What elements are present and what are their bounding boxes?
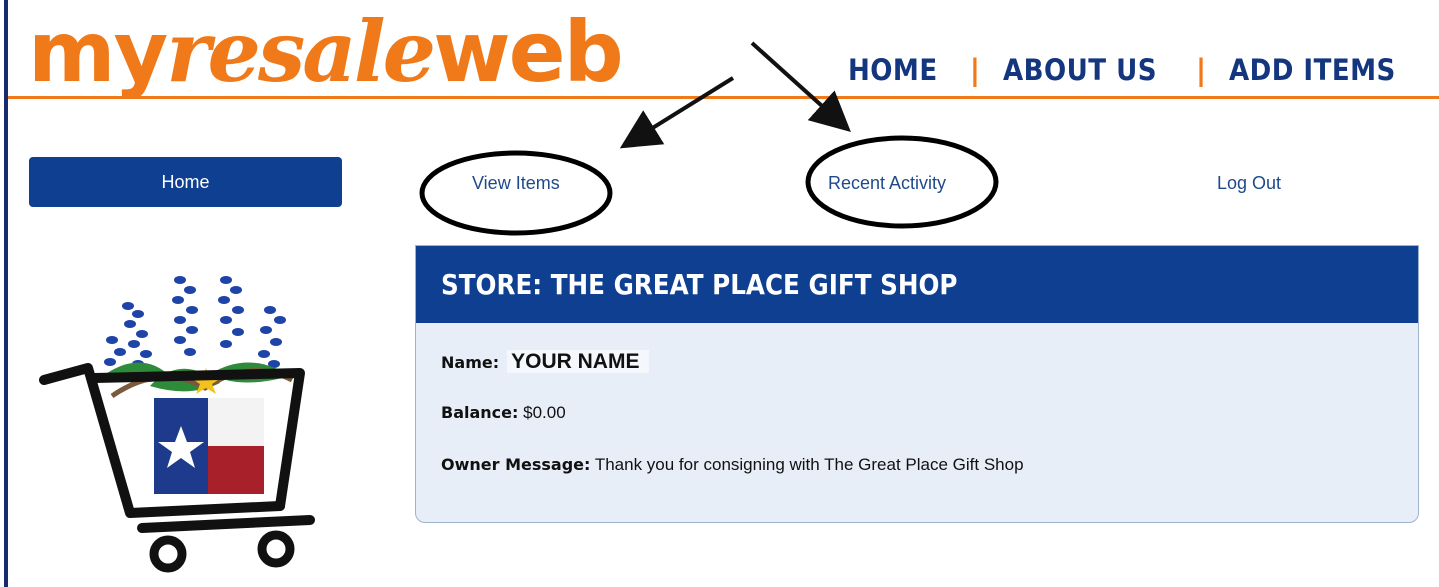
nav-separator: | xyxy=(1195,53,1207,87)
home-button[interactable]: Home xyxy=(29,157,342,207)
header-divider xyxy=(8,96,1439,99)
store-title-bar: STORE: THE GREAT PLACE GIFT SHOP xyxy=(416,246,1418,323)
owner-message-label: Owner Message: xyxy=(441,455,591,474)
arrow-to-recent-activity-icon xyxy=(750,41,851,133)
name-label: Name: xyxy=(441,353,500,372)
balance-row: Balance: $0.00 xyxy=(441,403,566,423)
owner-message-row: Owner Message: Thank you for consigning … xyxy=(441,455,1024,475)
nav-about-link[interactable]: ABOUT US xyxy=(1003,53,1157,87)
nav-add-items-link[interactable]: ADD ITEMS xyxy=(1229,53,1396,87)
balance-label: Balance: xyxy=(441,403,519,422)
site-logo[interactable]: myresaleweb xyxy=(28,2,624,101)
name-value: YOUR NAME xyxy=(507,350,650,373)
store-panel: STORE: THE GREAT PLACE GIFT SHOP Name: YO… xyxy=(415,245,1419,523)
texas-flag-box-icon xyxy=(154,398,264,494)
name-row: Name: YOUR NAME xyxy=(441,350,650,374)
recent-activity-link[interactable]: Recent Activity xyxy=(828,170,946,196)
logo-text-my: my xyxy=(28,3,168,101)
top-nav: HOME | ABOUT US | ADD ITEMS xyxy=(848,50,1414,90)
logo-text-resale: resale xyxy=(166,2,436,101)
cart-illustration-icon xyxy=(39,267,315,573)
log-out-link[interactable]: Log Out xyxy=(1217,170,1281,196)
nav-home-link[interactable]: HOME xyxy=(848,53,938,87)
owner-message-value: Thank you for consigning with The Great … xyxy=(594,455,1024,474)
logo-text-web: web xyxy=(433,3,624,101)
page-border xyxy=(4,0,8,587)
balance-value: $0.00 xyxy=(523,403,566,422)
arrow-to-view-items-icon xyxy=(619,76,735,149)
nav-separator: | xyxy=(969,53,981,87)
view-items-link[interactable]: View Items xyxy=(472,170,560,196)
store-title: STORE: THE GREAT PLACE GIFT SHOP xyxy=(441,268,958,301)
